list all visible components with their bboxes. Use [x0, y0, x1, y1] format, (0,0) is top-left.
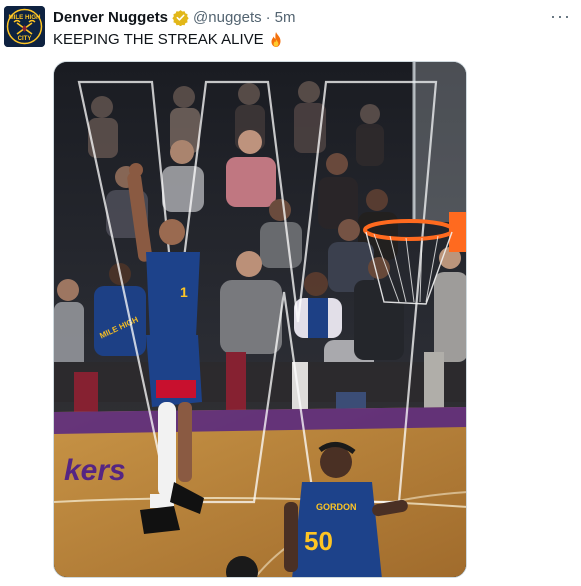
game-photo: MILE HIGH kers 1 50 GORDON: [54, 62, 466, 577]
nuggets-logo: MILE HIGH CITY: [4, 6, 45, 47]
backboard: [414, 62, 466, 222]
tweet-text: KEEPING THE STREAK ALIVE: [53, 31, 284, 48]
more-options-icon[interactable]: ···: [550, 6, 571, 27]
logo-text-top: MILE HIGH: [9, 14, 41, 21]
tweet-header: Denver Nuggets @nuggets · 5m: [53, 7, 295, 27]
author-handle[interactable]: @nuggets: [193, 9, 262, 26]
foreground-jersey-number: 50: [304, 526, 333, 556]
separator-dot: ·: [265, 8, 271, 26]
foreground-jersey-name: GORDON: [316, 502, 357, 512]
tweet: MILE HIGH CITY Denver Nuggets @nuggets ·…: [0, 0, 581, 586]
floor-text: kers: [64, 454, 126, 487]
verified-badge-icon: [172, 9, 189, 26]
fire-emoji-icon: [268, 31, 284, 48]
author-name[interactable]: Denver Nuggets: [53, 9, 168, 26]
player-jersey-number: 1: [180, 284, 188, 300]
timestamp[interactable]: 5m: [275, 9, 296, 26]
tweet-image[interactable]: MILE HIGH kers 1 50 GORDON: [53, 61, 467, 578]
tweet-text-content: KEEPING THE STREAK ALIVE: [53, 31, 264, 48]
avatar[interactable]: MILE HIGH CITY: [4, 6, 45, 47]
logo-text-bottom: CITY: [18, 36, 32, 42]
